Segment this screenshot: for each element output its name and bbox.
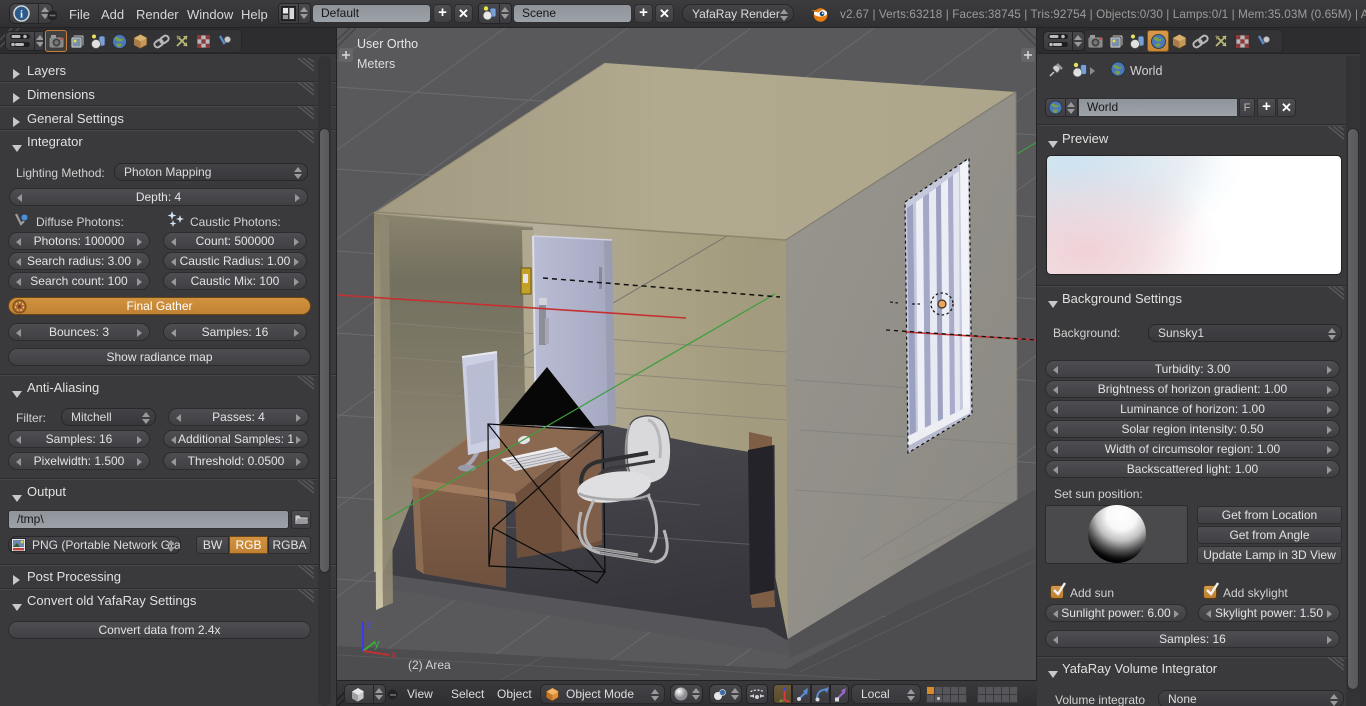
svg-text:User Ortho: User Ortho: [357, 37, 418, 51]
svg-text:x: x: [391, 649, 397, 661]
svg-text:i: i: [20, 9, 23, 21]
svg-text:z: z: [366, 619, 372, 631]
svg-text:Meters: Meters: [357, 57, 395, 71]
svg-text:y: y: [374, 638, 380, 650]
svg-text:(2) Area: (2) Area: [408, 658, 451, 672]
